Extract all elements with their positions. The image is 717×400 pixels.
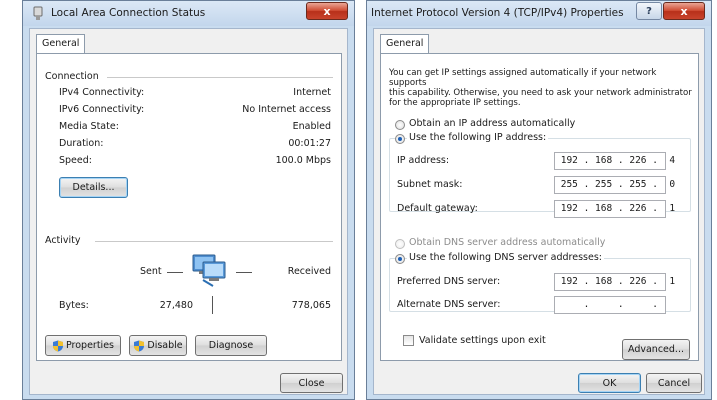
obtain-dns-automatically-label[interactable]: Obtain DNS server address automatically	[409, 237, 605, 248]
alternate-dns-label: Alternate DNS server:	[397, 299, 501, 310]
network-adapter-icon	[33, 6, 43, 20]
network-computers-icon	[192, 254, 226, 287]
help-icon: ?	[646, 5, 652, 17]
close-icon: x	[680, 4, 688, 18]
status-client-area: General Connection IPv4 Connectivity: In…	[29, 28, 348, 395]
tab-general[interactable]: General	[36, 34, 86, 54]
connection-divider	[107, 77, 333, 78]
duration-label: Duration:	[59, 138, 104, 149]
sent-label: Sent	[140, 266, 162, 277]
status-dialog: Local Area Connection Status x General C…	[22, 0, 355, 400]
subnet-mask-input[interactable]: 255 . 255 . 255 . 0	[554, 176, 675, 194]
speed-label: Speed:	[59, 155, 92, 166]
ipv4-connectivity-label: IPv4 Connectivity:	[59, 87, 145, 98]
obtain-ip-automatically-radio[interactable]	[395, 120, 405, 130]
sent-line	[167, 272, 183, 273]
validate-settings-checkbox[interactable]	[403, 335, 414, 346]
media-state-label: Media State:	[59, 121, 119, 132]
preferred-dns-input[interactable]: 192 . 168 . 226 . 1	[554, 273, 675, 291]
ipv6-connectivity-value: No Internet access	[242, 104, 331, 115]
close-button-label: Close	[298, 377, 325, 389]
cancel-button-label: Cancel	[657, 377, 691, 389]
advanced-button-label: Advanced...	[628, 344, 684, 355]
obtain-ip-automatically-label[interactable]: Obtain an IP address automatically	[409, 118, 575, 129]
ipv4-client-area: General You can get IP settings assigned…	[373, 28, 705, 395]
close-button[interactable]: Close	[280, 373, 343, 393]
disable-button-label: Disable	[147, 340, 183, 351]
ip-address-label: IP address:	[397, 155, 450, 166]
preferred-dns-label: Preferred DNS server:	[397, 276, 501, 287]
activity-divider	[95, 241, 333, 242]
obtain-dns-automatically-radio[interactable]	[395, 239, 405, 249]
ipv4-titlebar[interactable]: Internet Protocol Version 4 (TCP/IPv4) P…	[367, 1, 711, 26]
cancel-button[interactable]: Cancel	[646, 373, 702, 393]
use-following-ip-label[interactable]: Use the following IP address:	[407, 132, 549, 143]
ipv4-general-panel: You can get IP settings assigned automat…	[380, 53, 699, 361]
bytes-sent-value: 27,480	[159, 300, 193, 311]
general-panel: Connection IPv4 Connectivity: Internet I…	[36, 53, 342, 361]
help-button[interactable]: ?	[636, 2, 662, 20]
ok-button-label: OK	[602, 377, 617, 389]
description-line-2: this capability. Otherwise, you need to …	[389, 88, 692, 98]
use-following-ip-radio[interactable]	[395, 134, 405, 144]
ipv4-connectivity-value: Internet	[293, 87, 331, 98]
default-gateway-input[interactable]: 192 . 168 . 226 . 1	[554, 200, 675, 218]
status-window-title: Local Area Connection Status	[51, 7, 206, 19]
ipv4-window-title: Internet Protocol Version 4 (TCP/IPv4) P…	[371, 7, 624, 19]
shield-icon	[134, 340, 145, 351]
received-label: Received	[287, 266, 331, 277]
ip-address-input[interactable]: 192 . 168 . 226 . 4	[554, 152, 675, 170]
shield-icon	[52, 340, 63, 351]
connection-group-title: Connection	[45, 71, 103, 82]
tab-general-label: General	[386, 38, 424, 49]
default-gateway-label: Default gateway:	[397, 203, 478, 214]
tab-general-label: General	[42, 38, 80, 49]
ok-button[interactable]: OK	[578, 373, 641, 393]
ipv4-properties-dialog: Internet Protocol Version 4 (TCP/IPv4) P…	[366, 0, 712, 400]
bytes-separator	[212, 296, 213, 314]
use-following-dns-radio[interactable]	[395, 254, 405, 264]
received-line	[236, 272, 252, 273]
properties-button[interactable]: Properties	[45, 335, 121, 356]
settings-description: You can get IP settings assigned automat…	[389, 68, 694, 108]
diagnose-button[interactable]: Diagnose	[195, 335, 267, 356]
close-window-button[interactable]: x	[306, 2, 348, 20]
speed-value: 100.0 Mbps	[275, 155, 331, 166]
bytes-received-value: 778,065	[291, 300, 331, 311]
validate-settings-label[interactable]: Validate settings upon exit	[419, 335, 546, 346]
duration-value: 00:01:27	[288, 138, 331, 149]
media-state-value: Enabled	[292, 121, 331, 132]
tab-general[interactable]: General	[380, 34, 430, 54]
details-button[interactable]: Details...	[59, 177, 128, 198]
activity-group-title: Activity	[45, 235, 85, 246]
description-line-1: You can get IP settings assigned automat…	[389, 68, 657, 88]
subnet-mask-label: Subnet mask:	[397, 179, 463, 190]
properties-button-label: Properties	[65, 340, 114, 351]
bytes-label: Bytes:	[59, 300, 89, 311]
close-icon: x	[323, 4, 331, 18]
use-following-dns-label[interactable]: Use the following DNS server addresses:	[407, 252, 604, 263]
alternate-dns-input[interactable]: . . .	[554, 296, 666, 314]
ipv6-connectivity-label: IPv6 Connectivity:	[59, 104, 145, 115]
details-button-label: Details...	[72, 182, 115, 193]
description-line-3: for the appropriate IP settings.	[389, 98, 521, 108]
status-titlebar[interactable]: Local Area Connection Status x	[23, 1, 354, 26]
diagnose-button-label: Diagnose	[208, 340, 254, 351]
close-window-button[interactable]: x	[663, 2, 705, 20]
advanced-button[interactable]: Advanced...	[622, 339, 690, 360]
disable-button[interactable]: Disable	[129, 335, 187, 356]
